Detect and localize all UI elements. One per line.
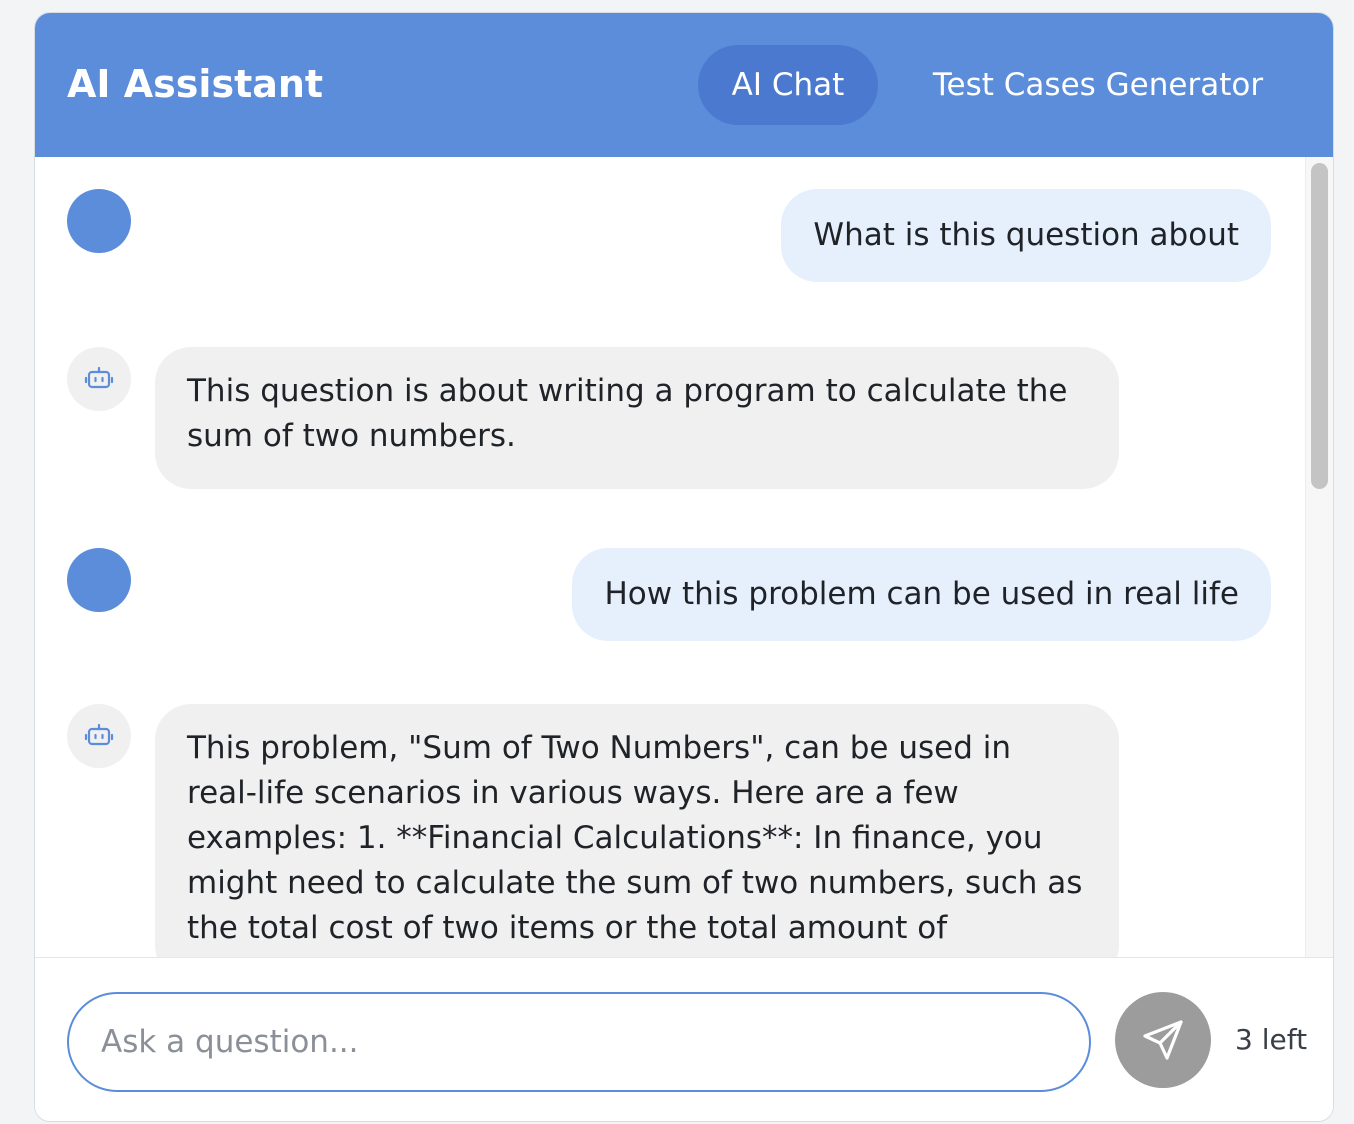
- user-message: How this problem can be used in real lif…: [572, 548, 1271, 641]
- send-button[interactable]: [1115, 992, 1211, 1088]
- assistant-avatar: [67, 704, 131, 768]
- user-avatar: [67, 548, 131, 612]
- header: AI Assistant AI Chat Test Cases Generato…: [35, 13, 1333, 157]
- assistant-message: This question is about writing a program…: [155, 347, 1119, 489]
- ai-assistant-panel: AI Assistant AI Chat Test Cases Generato…: [34, 12, 1334, 1122]
- scrollbar-thumb[interactable]: [1311, 163, 1328, 489]
- app-title: AI Assistant: [67, 62, 324, 106]
- chat-messages[interactable]: What is this question about This questio…: [35, 157, 1333, 957]
- user-avatar: [67, 189, 131, 253]
- assistant-message: This problem, "Sum of Two Numbers", can …: [155, 704, 1119, 957]
- robot-icon: [84, 366, 114, 389]
- tab-ai-chat[interactable]: AI Chat: [698, 45, 878, 125]
- question-input[interactable]: [67, 992, 1091, 1092]
- assistant-avatar: [67, 347, 131, 411]
- composer: 3 left: [35, 957, 1333, 1121]
- user-message: What is this question about: [781, 189, 1271, 282]
- robot-icon: [84, 723, 114, 746]
- tab-test-cases-generator[interactable]: Test Cases Generator: [905, 45, 1291, 125]
- send-icon: [1143, 1020, 1183, 1060]
- remaining-questions-count: 3 left: [1235, 1023, 1308, 1056]
